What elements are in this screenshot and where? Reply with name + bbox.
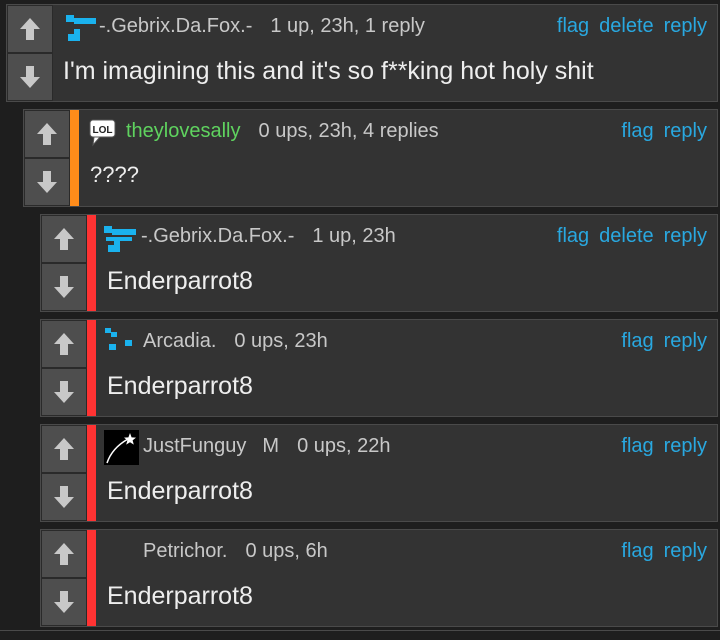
username[interactable]: JustFunguy <box>143 435 246 458</box>
vote-controls <box>41 425 87 521</box>
comment-body: Enderparrot8 <box>107 477 253 505</box>
downvote-button[interactable] <box>41 263 87 311</box>
upvote-button[interactable] <box>7 5 53 53</box>
user-avatar[interactable] <box>103 326 137 360</box>
comment: LOL theylovesally 0 ups, 23h, 4 replies … <box>23 109 718 207</box>
arrow-down-icon <box>54 591 74 613</box>
upvote-button[interactable] <box>24 110 70 158</box>
user-avatar[interactable]: LOL <box>88 118 118 148</box>
arrow-up-icon <box>54 228 74 250</box>
downvote-button[interactable] <box>24 158 70 206</box>
arrow-up-icon <box>20 18 40 40</box>
arrow-down-icon <box>37 171 57 193</box>
user-avatar[interactable] <box>63 11 97 45</box>
delete-link[interactable]: delete <box>599 15 654 38</box>
arrow-down-icon <box>54 276 74 298</box>
comment-body: Enderparrot8 <box>107 267 253 295</box>
downvote-button[interactable] <box>7 53 53 101</box>
flag-link[interactable]: flag <box>621 330 653 353</box>
flag-link[interactable]: flag <box>621 540 653 563</box>
shooting-star-icon <box>104 430 139 465</box>
comment: -.Gebrix.Da.Fox.- 1 up, 23h flag delete … <box>40 214 718 312</box>
vote-controls <box>7 5 53 101</box>
username[interactable]: -.Gebrix.Da.Fox.- <box>141 225 294 248</box>
downvote-button[interactable] <box>41 473 87 521</box>
comment-meta: 1 up, 23h <box>312 224 396 247</box>
comment-body: Enderparrot8 <box>107 372 253 400</box>
delete-link[interactable]: delete <box>599 225 654 248</box>
depth-indicator <box>87 320 96 416</box>
arrow-down-icon <box>54 486 74 508</box>
comment-meta: 0 ups, 23h <box>234 329 328 352</box>
comment: JustFunguy M 0 ups, 22h flag reply Ender… <box>40 424 718 522</box>
arrow-down-icon <box>54 381 74 403</box>
comment: -.Gebrix.Da.Fox.- 1 up, 23h, 1 reply fla… <box>6 4 718 102</box>
comment-body: ???? <box>90 162 139 187</box>
comment-meta: 0 ups, 6h <box>245 539 328 562</box>
reply-link[interactable]: reply <box>664 15 707 38</box>
user-avatar[interactable] <box>103 221 137 255</box>
arrow-up-icon <box>54 543 74 565</box>
reply-link[interactable]: reply <box>664 225 707 248</box>
pixel-avatar-icon <box>66 15 96 41</box>
reply-link[interactable]: reply <box>664 120 707 143</box>
comment-meta: 0 ups, 22h <box>297 434 391 457</box>
flag-link[interactable]: flag <box>557 225 589 248</box>
comment-body: Enderparrot8 <box>107 582 253 610</box>
downvote-button[interactable] <box>41 368 87 416</box>
comment-meta: 0 ups, 23h, 4 replies <box>258 119 439 142</box>
pixel-avatar-icon <box>105 328 132 350</box>
username[interactable]: theylovesally <box>126 120 241 143</box>
moderator-badge: M <box>262 434 280 457</box>
depth-indicator <box>70 110 79 206</box>
reply-link[interactable]: reply <box>664 330 707 353</box>
comment: Arcadia. 0 ups, 23h flag reply Enderparr… <box>40 319 718 417</box>
vote-controls <box>41 530 87 626</box>
upvote-button[interactable] <box>41 320 87 368</box>
arrow-up-icon <box>54 438 74 460</box>
comment: Petrichor. 0 ups, 6h flag reply Enderpar… <box>40 529 718 627</box>
vote-controls <box>41 215 87 311</box>
username[interactable]: Petrichor. <box>143 540 227 563</box>
reply-link[interactable]: reply <box>664 540 707 563</box>
vote-controls <box>41 320 87 416</box>
username[interactable]: -.Gebrix.Da.Fox.- <box>99 15 252 38</box>
arrow-up-icon <box>54 333 74 355</box>
downvote-button[interactable] <box>41 578 87 626</box>
arrow-down-icon <box>20 66 40 88</box>
user-avatar[interactable] <box>104 430 139 465</box>
upvote-button[interactable] <box>41 215 87 263</box>
upvote-button[interactable] <box>41 530 87 578</box>
comment-meta: 1 up, 23h, 1 reply <box>270 14 425 37</box>
comment-body: I'm imagining this and it's so f**king h… <box>63 57 594 85</box>
flag-link[interactable]: flag <box>621 435 653 458</box>
depth-indicator <box>87 215 96 311</box>
username[interactable]: Arcadia. <box>143 330 216 353</box>
depth-indicator <box>87 425 96 521</box>
upvote-button[interactable] <box>41 425 87 473</box>
vote-controls <box>24 110 70 206</box>
arrow-up-icon <box>37 123 57 145</box>
pixel-avatar-icon <box>104 226 136 252</box>
reply-link[interactable]: reply <box>664 435 707 458</box>
speech-bubble-icon: LOL <box>89 119 116 147</box>
flag-link[interactable]: flag <box>557 15 589 38</box>
depth-indicator <box>87 530 96 626</box>
avatar-text: LOL <box>93 125 113 136</box>
flag-link[interactable]: flag <box>621 120 653 143</box>
